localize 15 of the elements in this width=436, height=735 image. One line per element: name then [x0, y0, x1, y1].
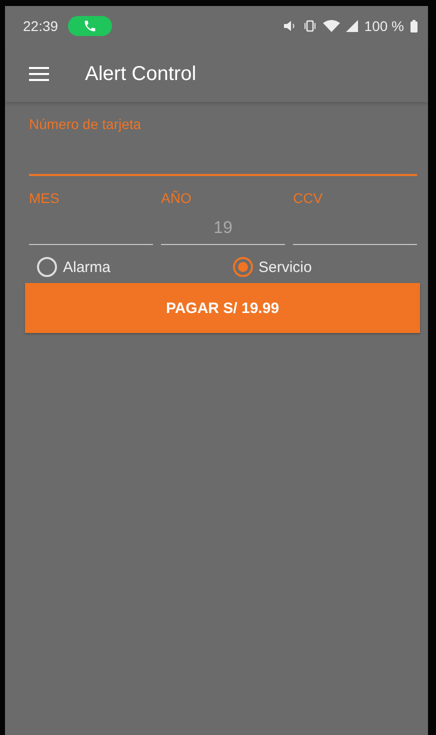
- radio-option[interactable]: Servicio: [232, 257, 420, 277]
- menu-icon[interactable]: [29, 66, 49, 82]
- input-field[interactable]: AÑO 19: [161, 190, 285, 245]
- battery-percent: 100 %: [364, 18, 404, 34]
- app-title: Alert Control: [85, 62, 196, 86]
- vibrate-icon: [303, 20, 318, 32]
- input-field[interactable]: MES: [29, 190, 153, 245]
- battery-icon: [410, 20, 418, 32]
- radio-option[interactable]: Alarma: [25, 257, 224, 277]
- pay-button[interactable]: PAGAR S/ 19.99: [25, 283, 420, 333]
- card-number-field[interactable]: Número de tarjeta: [29, 116, 417, 176]
- status-time: 22:39: [23, 18, 58, 34]
- input-field[interactable]: CCV: [293, 190, 417, 245]
- wifi-icon: [323, 20, 340, 32]
- signal-icon: [346, 20, 358, 32]
